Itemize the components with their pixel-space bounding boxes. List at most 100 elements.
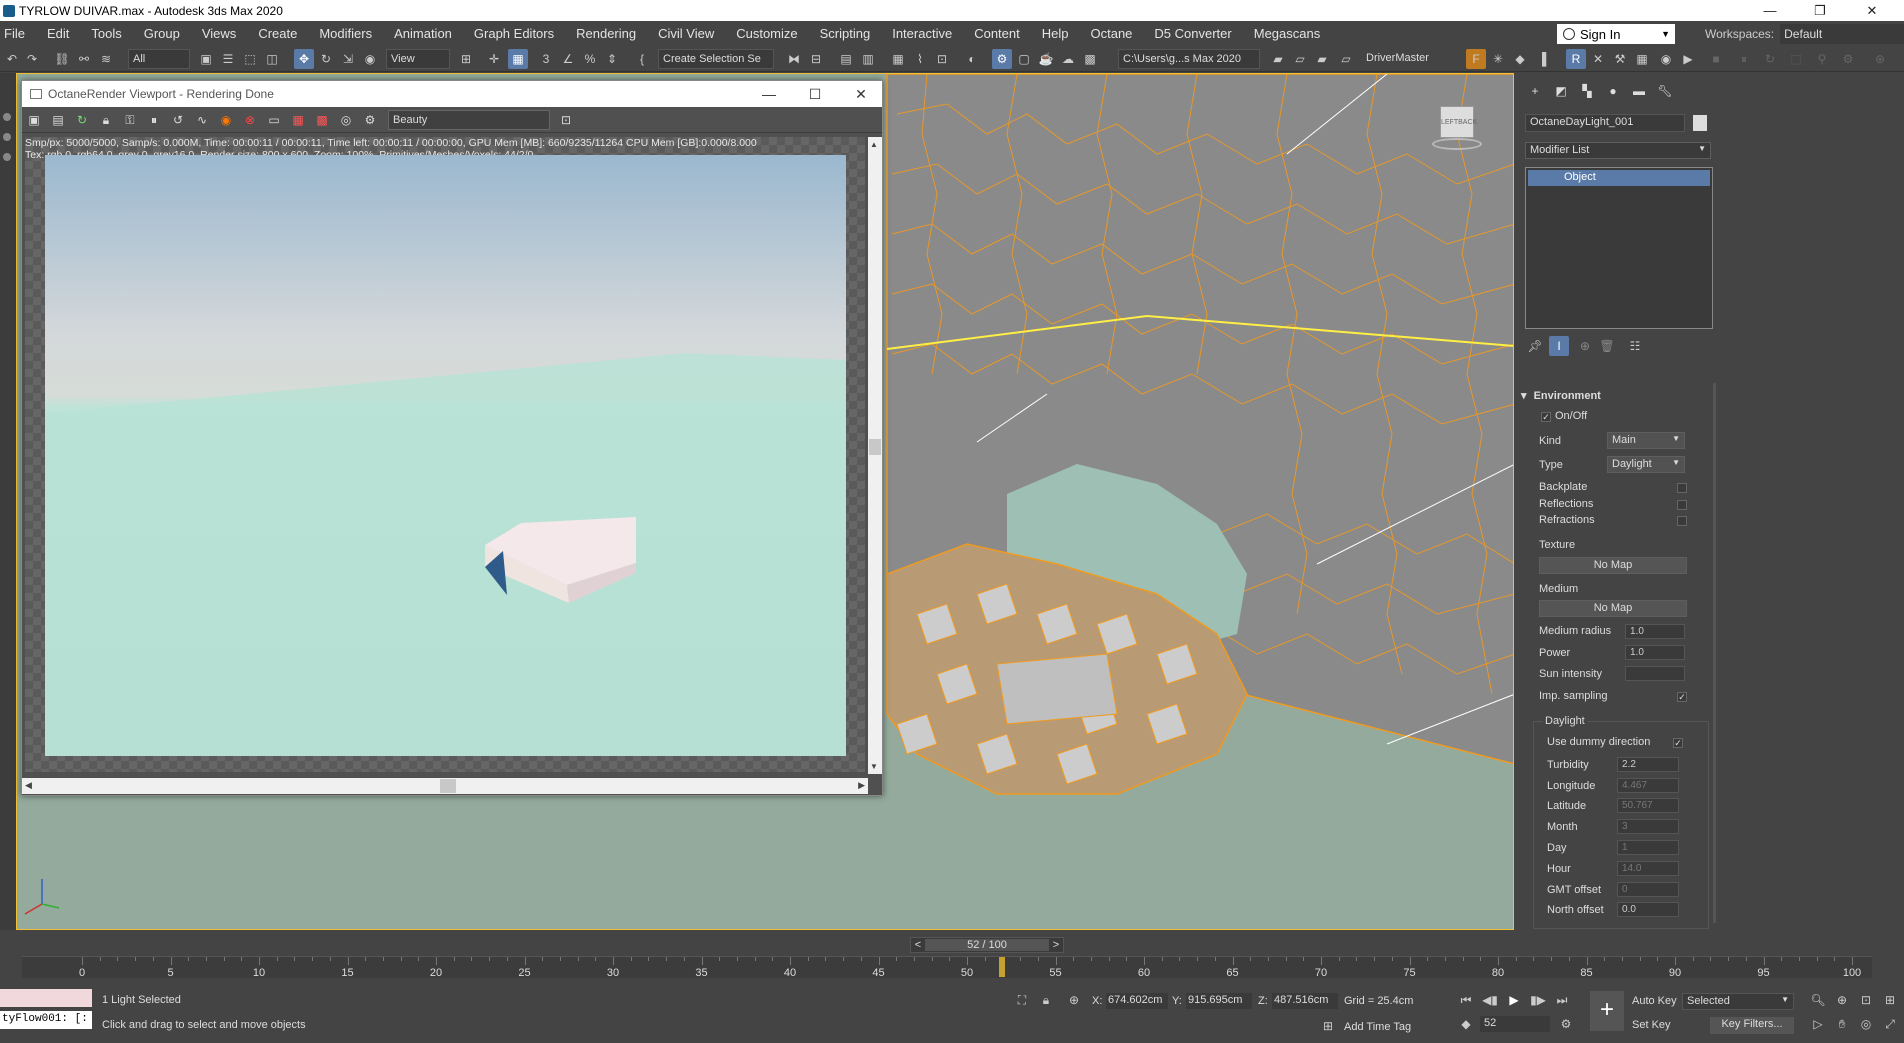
day-spinner[interactable]: 1 bbox=[1617, 840, 1679, 855]
open-file-icon[interactable]: ▱ bbox=[1290, 49, 1310, 69]
absolute-mode-icon[interactable]: ⊕ bbox=[1064, 990, 1084, 1010]
percent-snap-icon[interactable]: % bbox=[580, 49, 600, 69]
scene-explorer-icon[interactable]: ▤ bbox=[836, 49, 856, 69]
rendered-frame-window-icon[interactable]: ▢ bbox=[1014, 49, 1034, 69]
dot-icon[interactable] bbox=[3, 113, 11, 121]
z-coordinate-field[interactable]: 487.516cm bbox=[1272, 993, 1338, 1009]
show-end-result-icon[interactable]: I bbox=[1549, 336, 1569, 356]
pause-icon[interactable]: ⏸ bbox=[144, 110, 164, 130]
region-render-icon[interactable]: ▭ bbox=[264, 110, 284, 130]
redo-icon[interactable]: ↷ bbox=[22, 49, 42, 69]
ai-denoise-icon[interactable]: ∿ bbox=[192, 110, 212, 130]
window-crossing-icon[interactable]: ◫ bbox=[262, 49, 282, 69]
set-key-big-button[interactable]: + bbox=[1590, 991, 1624, 1031]
go-to-end-icon[interactable]: ⏭ bbox=[1552, 990, 1572, 1010]
reflections-checkbox[interactable] bbox=[1677, 500, 1687, 510]
octane-tree-icon[interactable]: ✳ bbox=[1488, 49, 1508, 69]
selection-region-icon[interactable]: ⬚ bbox=[240, 49, 260, 69]
lock-region-icon[interactable]: ⚿ bbox=[120, 110, 140, 130]
object-color-swatch[interactable] bbox=[1693, 115, 1707, 131]
color-picker-icon[interactable]: ◉ bbox=[216, 110, 236, 130]
dot-icon[interactable] bbox=[3, 133, 11, 141]
play-icon[interactable]: ▶ bbox=[1678, 49, 1698, 69]
viewcube-left-face[interactable]: LEFT bbox=[1441, 119, 1458, 126]
minimize-button[interactable]: — bbox=[1750, 0, 1790, 21]
focus-picker-icon[interactable]: ⊗ bbox=[240, 110, 260, 130]
render-in-cloud-icon[interactable]: ☁ bbox=[1058, 49, 1078, 69]
play-animation-icon[interactable]: ▶ bbox=[1504, 990, 1524, 1010]
edit-named-selection-icon[interactable]: { bbox=[632, 49, 652, 69]
menu-customize[interactable]: Customize bbox=[725, 26, 808, 41]
settings-icon[interactable]: ⚙ bbox=[1838, 49, 1858, 69]
current-frame-field[interactable]: 52 bbox=[1480, 1016, 1550, 1032]
dot-icon[interactable] bbox=[3, 153, 11, 161]
copy-render-icon[interactable]: ▤ bbox=[48, 110, 68, 130]
motion-tab-icon[interactable]: ● bbox=[1603, 81, 1623, 101]
octane-library-icon[interactable]: ▐ bbox=[1532, 49, 1552, 69]
octane-minimize-button[interactable]: — bbox=[746, 81, 792, 107]
bind-space-warp-icon[interactable]: ≋ bbox=[96, 49, 116, 69]
spinner-snap-icon[interactable]: ⇕ bbox=[602, 49, 622, 69]
selection-lock-icon[interactable]: 🔒︎ bbox=[1036, 990, 1056, 1010]
mirror-icon[interactable]: ⧓ bbox=[784, 49, 804, 69]
kind-dropdown[interactable]: Main ▼ bbox=[1607, 432, 1685, 449]
menu-views[interactable]: Views bbox=[191, 26, 247, 41]
lock-icon[interactable]: 🔒︎ bbox=[96, 110, 116, 130]
longitude-spinner[interactable]: 4.467 bbox=[1617, 778, 1679, 793]
restart-icon[interactable]: ↺ bbox=[168, 110, 188, 130]
viewcube-back-face[interactable]: BACK bbox=[1458, 119, 1477, 126]
menu-file[interactable]: File bbox=[0, 26, 36, 41]
film-region-icon[interactable]: ▦ bbox=[288, 110, 308, 130]
octane-close-button[interactable]: ✕ bbox=[838, 81, 884, 107]
time-slider[interactable]: < 52 / 100 > bbox=[910, 937, 1064, 953]
menu-modifiers[interactable]: Modifiers bbox=[308, 26, 383, 41]
medium-map-button[interactable]: No Map bbox=[1539, 600, 1687, 617]
zoom-all-icon[interactable]: ⊕ bbox=[1832, 990, 1852, 1010]
zoom-extents-all-icon[interactable]: ⊞ bbox=[1880, 990, 1900, 1010]
environment-rollout-header[interactable]: ▾ Environment bbox=[1521, 389, 1715, 403]
project-folder-icon[interactable]: ▰ bbox=[1268, 49, 1288, 69]
key-mode-dropdown[interactable]: Selected ▼ bbox=[1682, 993, 1794, 1010]
ribbon-icon[interactable]: ▦ bbox=[888, 49, 908, 69]
undo-icon[interactable]: ↶ bbox=[2, 49, 22, 69]
type-dropdown[interactable]: Daylight ▼ bbox=[1607, 456, 1685, 473]
menu-scripting[interactable]: Scripting bbox=[809, 26, 882, 41]
workspaces-dropdown[interactable]: Default bbox=[1780, 24, 1904, 44]
month-spinner[interactable]: 3 bbox=[1617, 819, 1679, 834]
power-spinner[interactable]: 1.0 bbox=[1625, 645, 1685, 660]
add-time-tag-button[interactable]: Add Time Tag bbox=[1344, 1021, 1411, 1033]
maximize-viewport-icon[interactable]: ⤢ bbox=[1880, 1014, 1900, 1034]
schematic-view-icon[interactable]: ⊡ bbox=[932, 49, 952, 69]
material-picker-icon[interactable]: ◎ bbox=[336, 110, 356, 130]
menu-group[interactable]: Group bbox=[133, 26, 191, 41]
modifier-list-dropdown[interactable]: Modifier List ▼ bbox=[1525, 142, 1711, 159]
current-frame-marker[interactable] bbox=[999, 957, 1006, 977]
select-scale-icon[interactable]: ⇲ bbox=[338, 49, 358, 69]
render-horizontal-scrollbar[interactable]: ◀ ▶ bbox=[22, 778, 868, 794]
field-of-view-icon[interactable]: ▷ bbox=[1808, 1014, 1828, 1034]
link-icon[interactable]: ⛓ bbox=[52, 49, 72, 69]
octane-window-titlebar[interactable]: OctaneRender Viewport - Rendering Done —… bbox=[22, 81, 882, 107]
lock-icon[interactable]: ⚲ bbox=[1812, 49, 1832, 69]
rc-icon[interactable]: R bbox=[1566, 49, 1586, 69]
menu-tools[interactable]: Tools bbox=[80, 26, 132, 41]
restart-icon[interactable]: ↻ bbox=[1760, 49, 1780, 69]
snaps-toggle-icon[interactable]: 3 bbox=[536, 49, 556, 69]
set-key-button[interactable]: Set Key bbox=[1632, 1019, 1671, 1031]
save-render-icon[interactable]: ▣ bbox=[24, 110, 44, 130]
camera-view-icon[interactable]: ▩ bbox=[312, 110, 332, 130]
zoom-extents-icon[interactable]: ⊡ bbox=[1856, 990, 1876, 1010]
menu-rendering[interactable]: Rendering bbox=[565, 26, 647, 41]
key-filters-button[interactable]: Key Filters... bbox=[1710, 1017, 1794, 1034]
menu-megascans[interactable]: Megascans bbox=[1243, 26, 1331, 41]
settings-icon[interactable]: ⚙ bbox=[360, 110, 380, 130]
menu-help[interactable]: Help bbox=[1031, 26, 1080, 41]
render-setup-icon[interactable]: ⚙ bbox=[992, 49, 1012, 69]
key-mode-toggle-icon[interactable]: ◆ bbox=[1456, 1014, 1476, 1034]
octane-icon[interactable]: ◉ bbox=[1656, 49, 1676, 69]
more-icon[interactable]: ⊕ bbox=[1870, 49, 1890, 69]
backplate-checkbox[interactable] bbox=[1677, 483, 1687, 493]
plugin-icon[interactable]: F bbox=[1466, 49, 1486, 69]
menu-octane[interactable]: Octane bbox=[1080, 26, 1144, 41]
tool-icon[interactable]: ⚒ bbox=[1610, 49, 1630, 69]
